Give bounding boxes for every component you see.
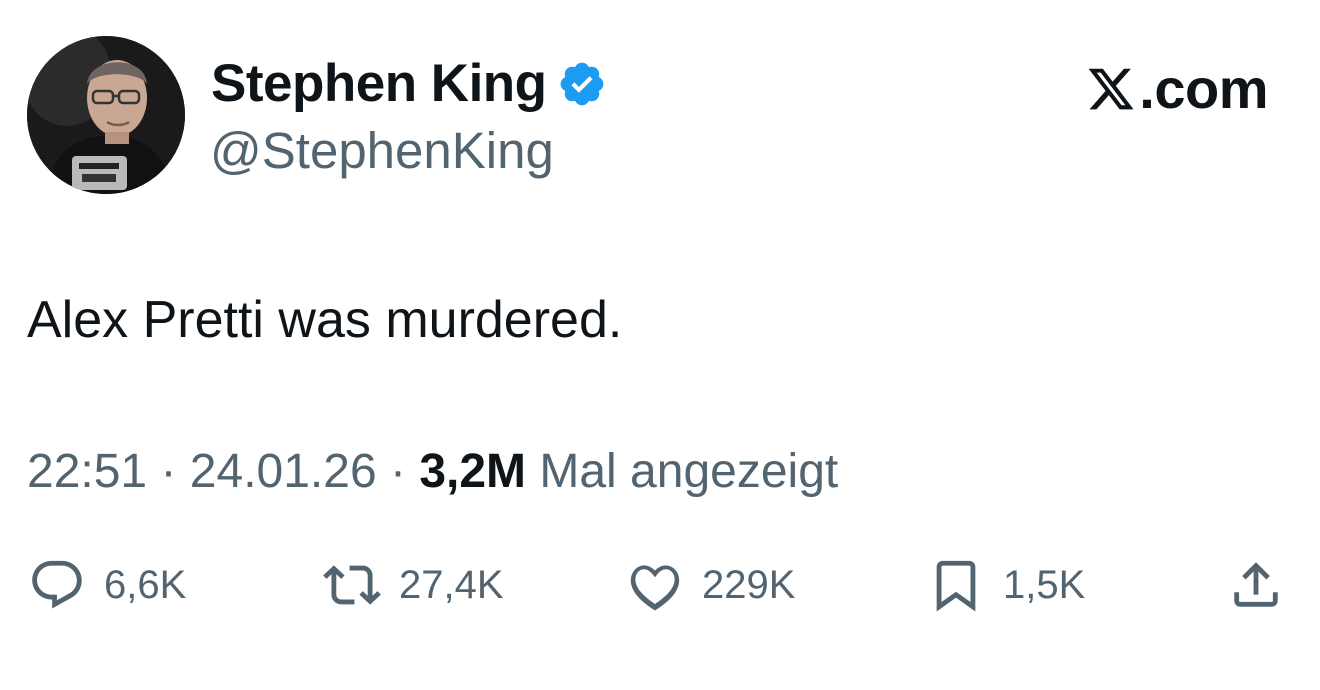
tweet-meta: 22:51 · 24.01.26 · 3,2M Mal angezeigt	[27, 442, 838, 502]
bookmark-icon	[936, 560, 976, 612]
like-button[interactable]: 229K	[626, 555, 795, 615]
reply-button[interactable]: 6,6K	[28, 555, 186, 615]
share-icon	[1234, 562, 1278, 607]
meta-separator: ·	[389, 445, 406, 498]
avatar[interactable]	[27, 36, 185, 194]
author-name-row: Stephen King	[211, 52, 607, 116]
repost-icon	[323, 565, 381, 605]
reply-icon	[32, 560, 82, 609]
repost-button[interactable]: 27,4K	[323, 555, 504, 615]
verified-badge-icon[interactable]	[557, 59, 607, 109]
views-label: Mal angezeigt	[539, 445, 839, 498]
heart-icon	[630, 565, 680, 611]
author-handle[interactable]: @StephenKing	[210, 120, 554, 182]
action-bar: 6,6K 27,4K 229K 1,5K	[0, 555, 1320, 615]
x-logo-icon	[1088, 68, 1134, 110]
repost-count: 27,4K	[399, 562, 504, 607]
share-button[interactable]	[1227, 555, 1285, 615]
tweet-date[interactable]: 24.01.26	[190, 445, 377, 498]
brand-label: .com	[1139, 57, 1268, 120]
brand-watermark: .com	[1085, 56, 1268, 122]
tweet-text: Alex Pretti was murdered.	[27, 291, 623, 349]
views-count: 3,2M	[419, 445, 527, 498]
meta-separator: ·	[160, 445, 177, 498]
like-count: 229K	[702, 562, 796, 607]
reply-count: 6,6K	[104, 562, 187, 607]
avatar-image	[27, 36, 185, 194]
bookmark-count: 1,5K	[1003, 562, 1086, 607]
bookmark-button[interactable]: 1,5K	[927, 555, 1085, 615]
author-name[interactable]: Stephen King	[211, 52, 547, 116]
tweet-time[interactable]: 22:51	[27, 445, 147, 498]
